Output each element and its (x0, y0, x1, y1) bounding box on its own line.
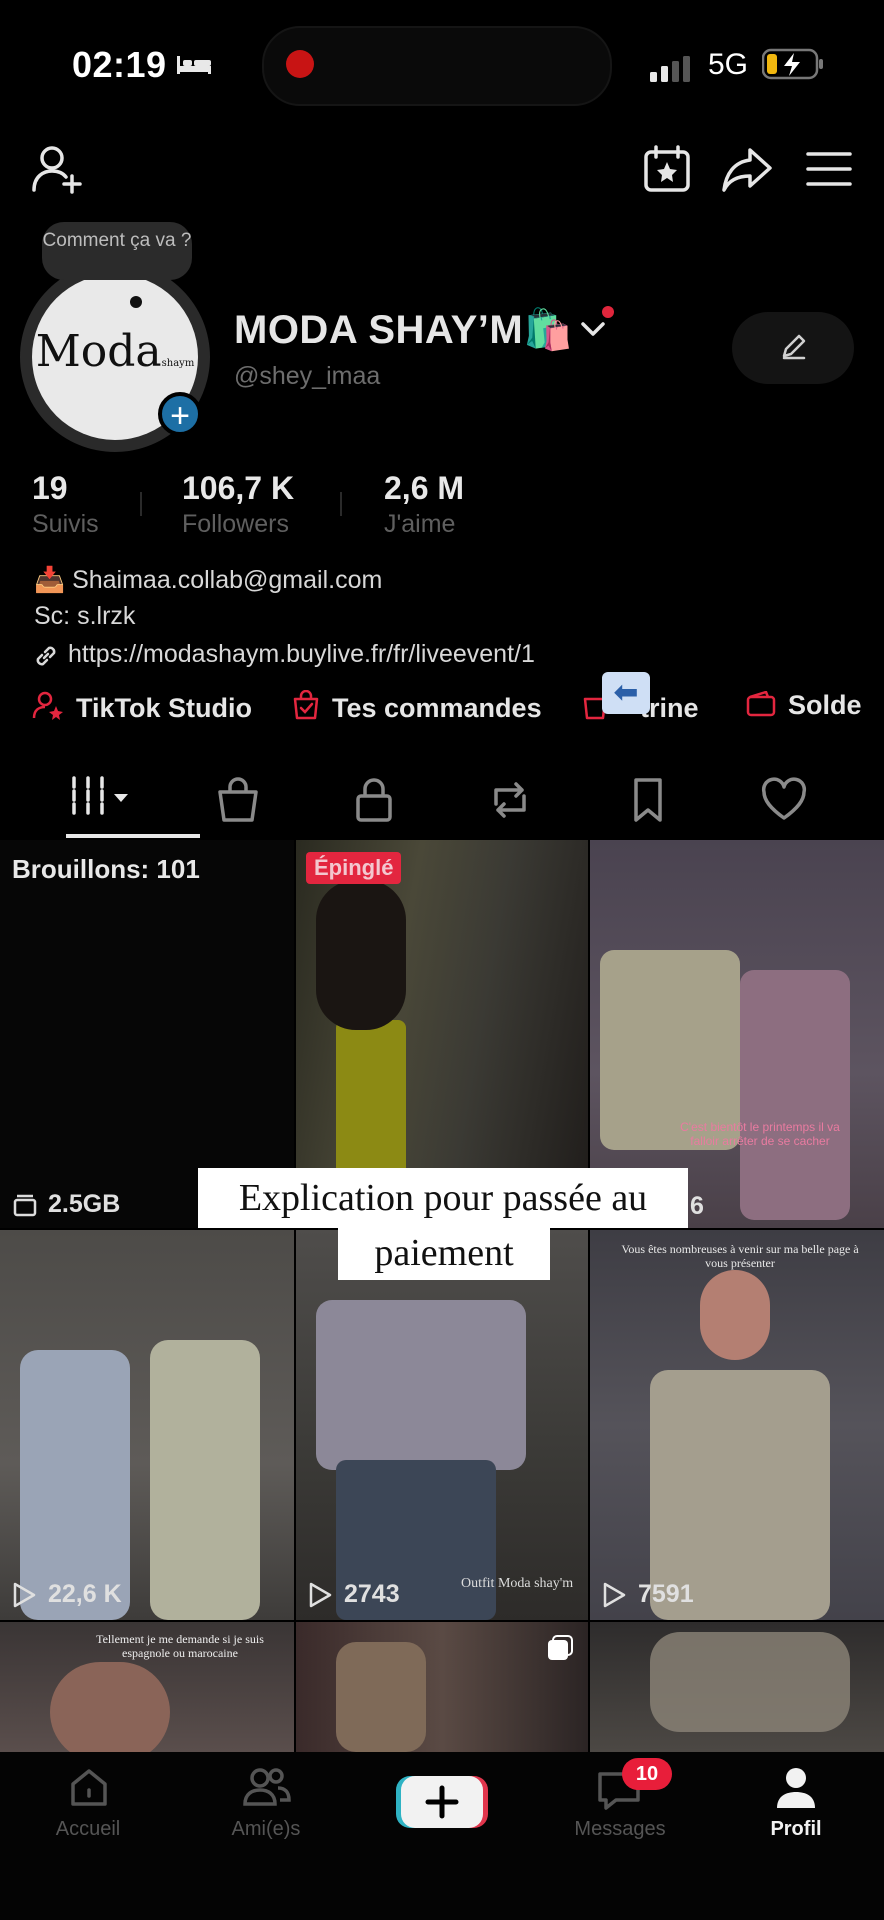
video-cell-4[interactable]: 22,6 K (0, 1230, 294, 1620)
bio-link[interactable]: https://modashaym.buylive.fr/fr/liveeven… (68, 640, 535, 669)
stat-likes-value[interactable]: 2,6 M (384, 470, 464, 507)
add-friend-icon[interactable] (30, 142, 84, 196)
face-shape (700, 1270, 770, 1360)
home-icon (71, 1769, 107, 1806)
stat-followers-label: Followers (182, 510, 289, 538)
nav-friends[interactable]: Ami(e)s (186, 1766, 346, 1850)
outfit-shape (336, 1642, 426, 1752)
nav-label: Ami(e)s (231, 1818, 301, 1840)
video-caption: Tellement je me demande si je suis espag… (96, 1632, 264, 1660)
video-cell-5[interactable]: Outfit Moda shay'm 2743 (296, 1230, 588, 1620)
multi-photo-icon (548, 1635, 573, 1660)
video-cell-7[interactable]: Tellement je me demande si je suis espag… (0, 1622, 294, 1752)
stat-following-value[interactable]: 19 (32, 470, 68, 507)
view-count-partial: 6 (690, 1192, 704, 1220)
network-label: 5G (708, 48, 749, 81)
status-bar: 02:19 5G (0, 0, 884, 130)
link-icon (36, 646, 56, 666)
shirt-shape (316, 1300, 526, 1470)
display-name: MODA SHAY’M🛍️ (234, 308, 574, 352)
chevron-down-icon[interactable] (578, 314, 608, 344)
profile-icon (777, 1768, 815, 1808)
heart-icon[interactable] (760, 776, 808, 824)
view-count: 7591 (638, 1580, 694, 1608)
drafts-size: 2.5GB (48, 1190, 121, 1218)
friends-icon (243, 1768, 291, 1806)
hair-shape (316, 880, 406, 1030)
caption-line-1: Explication pour passée au (198, 1168, 688, 1228)
messages-badge: 10 (622, 1758, 672, 1790)
nav-messages[interactable]: Messages (540, 1766, 700, 1850)
lock-icon[interactable] (350, 776, 398, 824)
bio-email: 📥 Shaimaa.collab@gmail.com (34, 566, 383, 594)
caption-line-2: paiement (338, 1228, 550, 1280)
active-tab-indicator (66, 834, 200, 838)
orders-link[interactable]: Tes commandes (292, 690, 542, 724)
outfit-shape (150, 1340, 260, 1620)
divider (340, 492, 342, 516)
create-plus-icon[interactable] (396, 1774, 488, 1830)
battery-charging-icon (762, 48, 823, 80)
pencil-icon (782, 334, 806, 360)
video-caption: Vous êtes nombreuses à venir sur ma bell… (621, 1242, 859, 1270)
add-story-icon[interactable]: + (158, 392, 202, 436)
video-cell-6[interactable]: Vous êtes nombreuses à venir sur ma bell… (590, 1230, 884, 1620)
status-bubble[interactable]: Comment ça va ? (42, 222, 192, 280)
tiktok-studio-link[interactable]: TikTok Studio (32, 690, 252, 724)
view-count: 22,6 K (48, 1580, 122, 1608)
nav-label: Messages (574, 1818, 666, 1840)
play-icon (13, 1582, 36, 1608)
nav-profile[interactable]: Profil (716, 1766, 876, 1850)
stat-likes-label: J'aime (384, 510, 456, 538)
video-cell-8[interactable] (296, 1622, 588, 1752)
play-icon (309, 1582, 332, 1608)
video-cell-9[interactable] (590, 1622, 884, 1752)
grid-icon (72, 776, 128, 816)
video-caption: C'est bientôt le printemps il va falloir… (680, 1120, 840, 1148)
nav-label: Accueil (55, 1818, 121, 1840)
calendar-star-icon[interactable] (640, 142, 694, 196)
avatar-logo-text: Modashaym (35, 326, 195, 377)
bio-sc: Sc: s.lrzk (34, 602, 136, 630)
tab-videos[interactable] (70, 774, 134, 822)
record-dot-icon (286, 50, 314, 78)
orders-icon (293, 690, 319, 720)
drafts-label: Brouillons: 101 (12, 854, 200, 884)
bookmark-icon[interactable] (624, 776, 672, 824)
storage-icon (13, 1194, 37, 1217)
nav-home[interactable]: Accueil (8, 1766, 168, 1850)
balance-link[interactable]: Solde (746, 690, 862, 721)
edit-profile-button[interactable] (732, 312, 854, 384)
pinned-badge: Épinglé (306, 852, 402, 884)
bubble-dot (130, 296, 142, 308)
menu-icon[interactable] (802, 142, 856, 196)
suit-shape (740, 970, 850, 1220)
bed-icon (177, 56, 211, 74)
notification-dot (602, 306, 614, 318)
stat-following-label: Suivis (32, 510, 99, 538)
divider (140, 492, 142, 516)
wallet-icon (746, 691, 776, 717)
username-handle: @shey_imaa (234, 362, 381, 390)
stat-followers-value[interactable]: 106,7 K (182, 470, 294, 507)
share-icon[interactable] (720, 142, 774, 196)
watermark: Outfit Moda shay'm (461, 1576, 574, 1591)
signal-icon (650, 56, 690, 82)
back-arrow-icon[interactable]: ⬅ (602, 672, 650, 714)
view-count: 2743 (344, 1580, 400, 1608)
studio-icon (32, 691, 63, 720)
repost-icon[interactable] (486, 776, 534, 824)
play-icon (603, 1582, 626, 1608)
shop-bag-icon[interactable] (214, 776, 262, 824)
face-shape (50, 1662, 170, 1752)
sparkle-dress-shape (650, 1632, 850, 1732)
dynamic-island (262, 26, 612, 106)
status-time: 02:19 (72, 44, 167, 85)
nav-label: Profil (770, 1818, 822, 1840)
